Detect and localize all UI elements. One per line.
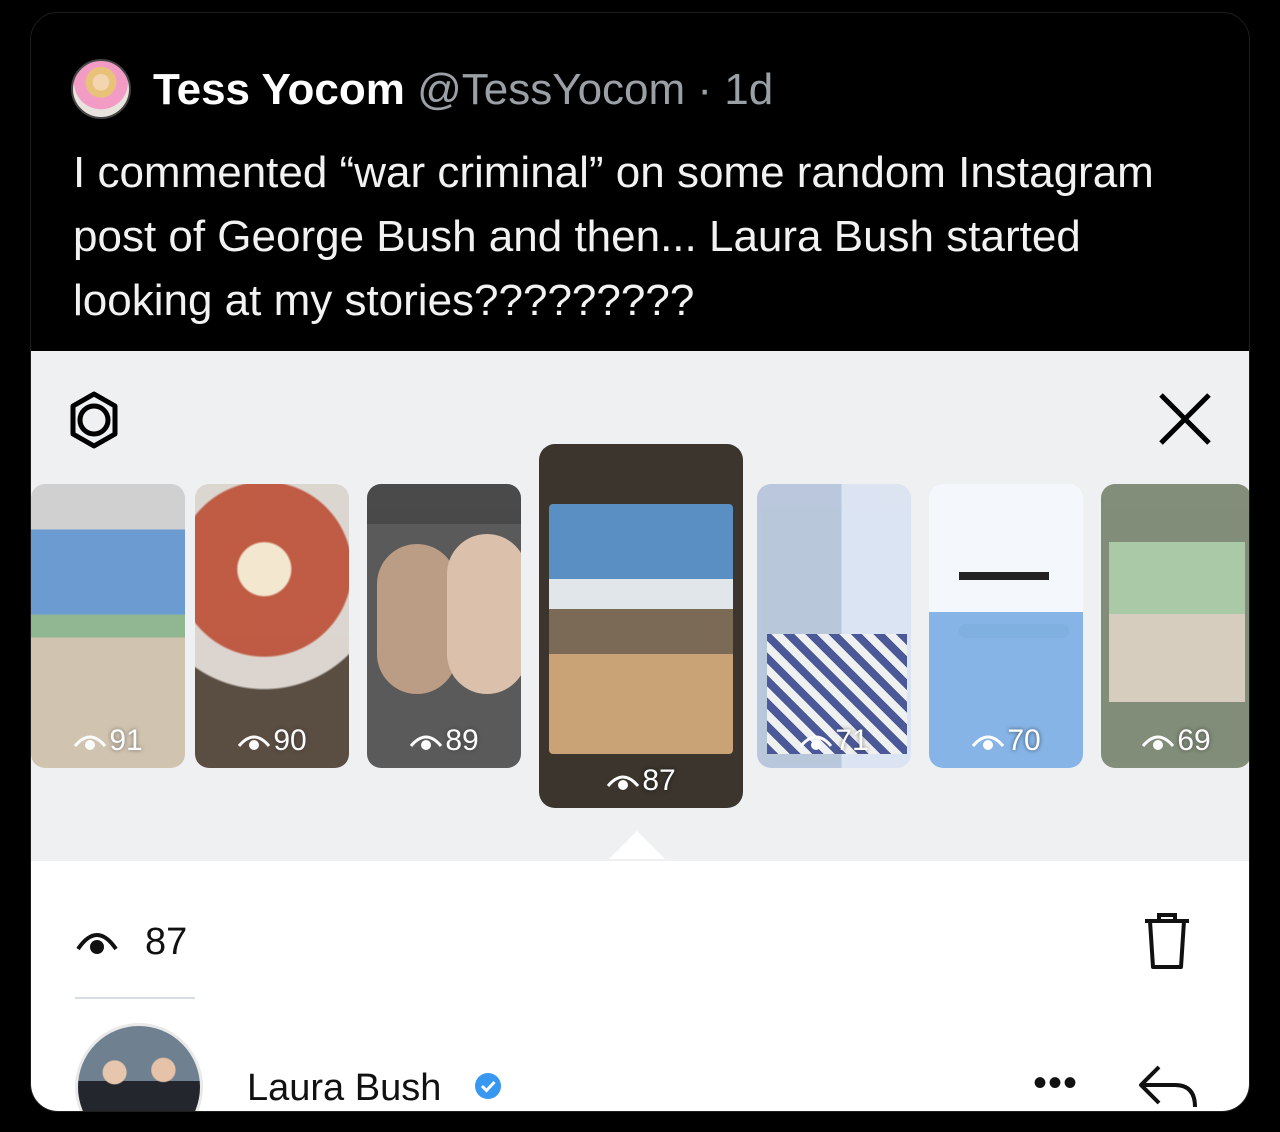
tweet-header: Tess Yocom @TessYocom · 1d [153, 65, 773, 115]
divider [75, 997, 195, 999]
tweet-text: I commented “war criminal” on some rando… [73, 148, 1154, 325]
view-count-label: 71 [757, 724, 911, 758]
story-view-count: 70 [1007, 724, 1041, 757]
story-view-count: 89 [445, 724, 479, 757]
close-icon[interactable] [1151, 385, 1219, 453]
story-thumbnail[interactable]: 69 [1101, 484, 1249, 768]
author-name[interactable]: Tess Yocom [153, 65, 405, 114]
story-thumbnail[interactable]: 70 [929, 484, 1083, 768]
story-image [447, 534, 521, 694]
story-thumbnail[interactable]: 91 [31, 484, 185, 768]
eye-icon [74, 735, 107, 751]
story-image [549, 504, 733, 754]
reply-icon[interactable] [1135, 1061, 1201, 1111]
story-image [377, 544, 457, 694]
eye-icon [410, 735, 443, 751]
eye-icon [972, 735, 1005, 751]
story-view-count: 69 [1177, 724, 1211, 757]
selection-caret [609, 831, 665, 859]
story-thumbnail[interactable]: 71 [757, 484, 911, 768]
view-count-label: 91 [31, 724, 185, 758]
story-image [959, 572, 1049, 580]
eye-icon [1142, 735, 1175, 751]
view-count-label: 90 [195, 724, 349, 758]
author-handle[interactable]: @TessYocom · 1d [417, 65, 773, 114]
view-count-label: 89 [367, 724, 521, 758]
eye-icon [607, 775, 640, 791]
story-view-count: 87 [642, 764, 676, 797]
more-icon[interactable]: ••• [1033, 1063, 1078, 1103]
avatar[interactable] [75, 1023, 203, 1111]
story-viewers-panel: 91 90 89 87 71 70 69 [31, 351, 1249, 861]
avatar[interactable] [71, 59, 131, 119]
tweet-card: Tess Yocom @TessYocom · 1d I commented “… [30, 12, 1250, 1112]
trash-icon[interactable] [1141, 911, 1193, 971]
story-view-count: 91 [109, 724, 143, 757]
tweet: Tess Yocom @TessYocom · 1d I commented “… [31, 13, 1249, 351]
view-count-label: 69 [1101, 724, 1249, 758]
story-thumbnail[interactable]: 89 [367, 484, 521, 768]
view-count-label: 87 [539, 764, 743, 798]
view-count-label: 70 [929, 724, 1083, 758]
story-thumbnail-selected[interactable]: 87 [539, 444, 743, 808]
story-image [1109, 542, 1245, 702]
story-thumbnail[interactable]: 90 [195, 484, 349, 768]
story-view-count: 90 [273, 724, 307, 757]
settings-icon[interactable] [65, 391, 123, 449]
viewer-name[interactable]: Laura Bush [247, 1067, 441, 1110]
viewer-list: 87 Laura Bush ••• [31, 861, 1249, 1111]
story-image [959, 624, 1069, 638]
eye-icon [76, 933, 118, 954]
verified-icon [475, 1073, 501, 1099]
total-view-count: 87 [145, 921, 188, 963]
eye-icon [800, 735, 833, 751]
story-view-count: 71 [835, 724, 869, 757]
eye-icon [238, 735, 271, 751]
